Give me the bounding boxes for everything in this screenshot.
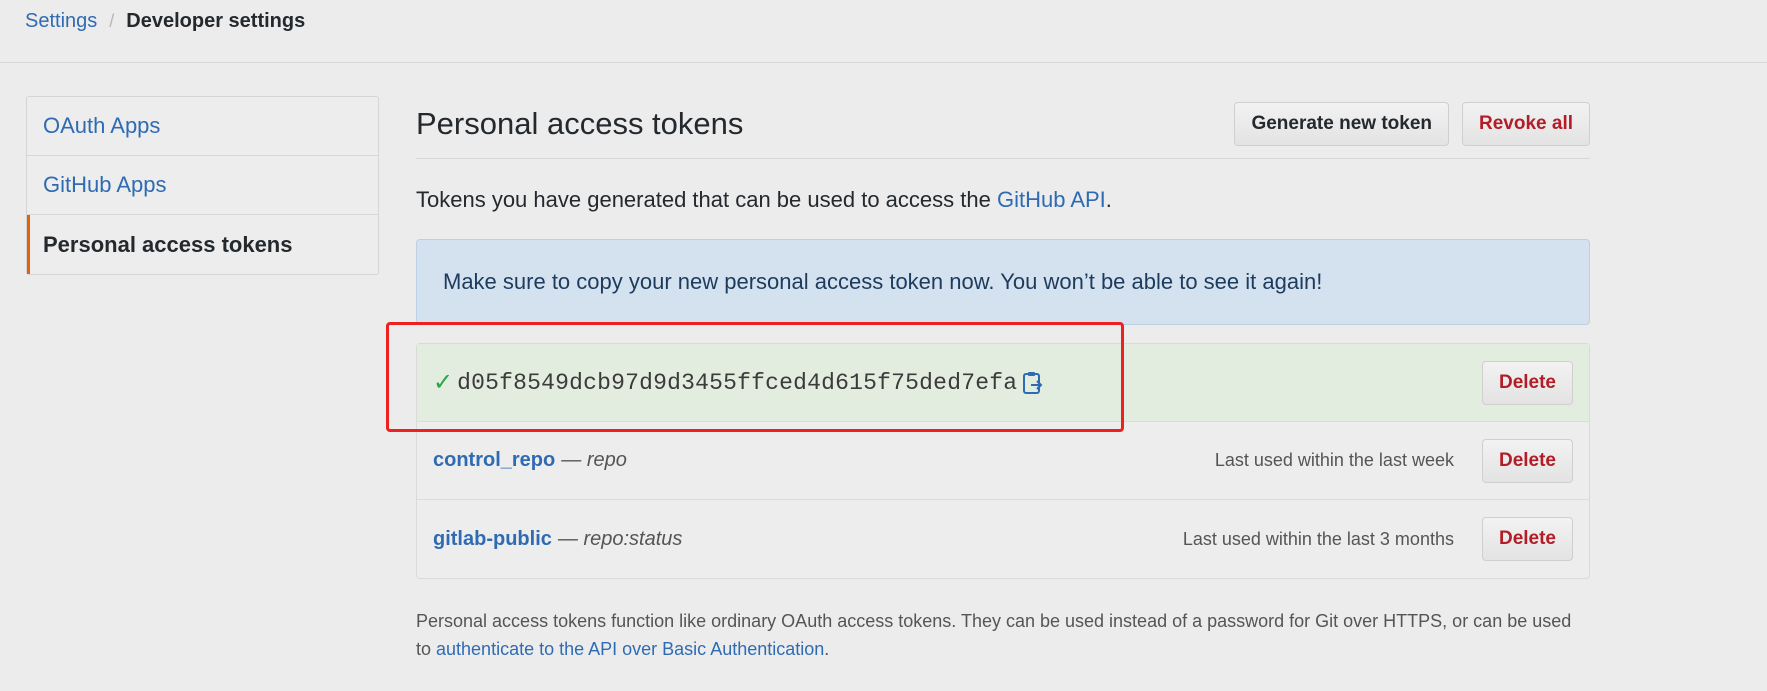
sidebar-nav: OAuth Apps GitHub Apps Personal access t… [26, 96, 379, 275]
token-scope: — repo [561, 449, 627, 472]
tokens-footer-note: Personal access tokens function like ord… [416, 607, 1590, 663]
description-end: . [1105, 187, 1112, 212]
header-divider [0, 62, 1767, 63]
page-title: Personal access tokens [416, 106, 744, 141]
token-scope: — repo:status [558, 528, 683, 551]
token-row: control_repo — repo Last used within the… [417, 422, 1589, 500]
new-token-row: ✓ d05f8549dcb97d9d3455ffced4d615f75ded7e… [417, 344, 1589, 422]
header-actions: Generate new token Revoke all [1234, 102, 1590, 146]
sidebar-item-github-apps[interactable]: GitHub Apps [27, 156, 378, 215]
scope-dash: — [557, 527, 578, 550]
breadcrumb-current: Developer settings [126, 9, 306, 32]
token-list: ✓ d05f8549dcb97d9d3455ffced4d615f75ded7e… [416, 343, 1590, 579]
delete-token-button[interactable]: Delete [1481, 517, 1573, 561]
page-header: Personal access tokens Generate new toke… [416, 90, 1590, 159]
delete-new-token-button[interactable]: Delete [1481, 360, 1573, 405]
scope-text: repo:status [583, 527, 683, 550]
token-last-used: Last used within the last 3 months [1182, 528, 1454, 549]
breadcrumb-settings-link[interactable]: Settings [25, 10, 97, 33]
tokens-description: Tokens you have generated that can be us… [416, 187, 1590, 213]
token-last-used: Last used within the last week [1214, 450, 1454, 470]
scope-text: repo [586, 449, 627, 471]
copy-token-notice: Make sure to copy your new personal acce… [416, 239, 1590, 325]
token-name-link[interactable]: control_repo [433, 449, 555, 472]
basic-auth-link[interactable]: authenticate to the API over Basic Authe… [436, 639, 824, 659]
check-icon: ✓ [433, 369, 454, 396]
new-token-value[interactable]: d05f8549dcb97d9d3455ffced4d615f75ded7efa [457, 370, 1017, 396]
token-row: gitlab-public — repo:status Last used wi… [417, 500, 1589, 578]
main-content: Personal access tokens Generate new toke… [416, 90, 1590, 681]
revoke-all-button[interactable]: Revoke all [1462, 102, 1590, 146]
delete-token-button[interactable]: Delete [1481, 438, 1573, 483]
sidebar-item-personal-access-tokens[interactable]: Personal access tokens [27, 215, 378, 274]
token-name-link[interactable]: gitlab-public [433, 528, 552, 551]
sidebar-item-oauth-apps[interactable]: OAuth Apps [27, 97, 378, 156]
generate-new-token-button[interactable]: Generate new token [1234, 102, 1449, 146]
scope-dash: — [561, 449, 582, 471]
github-api-link[interactable]: GitHub API [997, 187, 1106, 212]
description-text: Tokens you have generated that can be us… [416, 187, 997, 212]
breadcrumb: Settings / Developer settings [25, 6, 305, 36]
footer-end: . [824, 639, 830, 659]
clipboard-icon[interactable] [1021, 370, 1045, 396]
breadcrumb-separator: / [109, 10, 115, 31]
